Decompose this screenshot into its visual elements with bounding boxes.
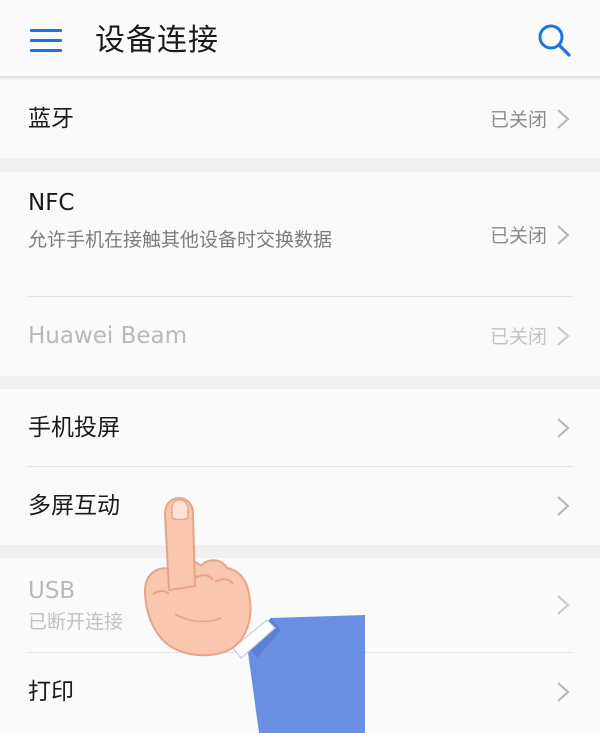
chevron-right-icon [557, 109, 570, 129]
multi-screen-title: 多屏互动 [28, 493, 120, 519]
nfc-row[interactable]: NFC 允许手机在接触其他设备时交换数据 已关闭 [0, 172, 600, 296]
usb-subtitle: 已断开连接 [28, 611, 124, 633]
bluetooth-status: 已关闭 [489, 109, 547, 131]
chevron-right-icon [557, 595, 570, 615]
page-title: 设备连接 [95, 23, 219, 58]
nfc-subtitle: 允许手机在接触其他设备时交换数据 [28, 229, 333, 251]
usb-title: USB [28, 578, 76, 604]
chevron-right-icon [557, 418, 570, 438]
search-icon[interactable] [536, 22, 572, 58]
nfc-status: 已关闭 [489, 225, 547, 247]
menu-icon[interactable] [30, 27, 62, 53]
huawei-beam-title: Huawei Beam [28, 323, 188, 349]
huawei-beam-row[interactable]: Huawei Beam 已关闭 [0, 297, 600, 376]
usb-section: USB 已断开连接 打印 [0, 558, 600, 733]
chevron-right-icon [557, 326, 570, 346]
print-row[interactable]: 打印 [0, 653, 600, 733]
nfc-title: NFC [28, 190, 75, 216]
multi-screen-row[interactable]: 多屏互动 [0, 467, 600, 545]
nfc-section: NFC 允许手机在接触其他设备时交换数据 已关闭 Huawei Beam 已关闭 [0, 172, 600, 376]
chevron-right-icon [557, 496, 570, 516]
print-title: 打印 [28, 679, 74, 705]
screen-projection-row[interactable]: 手机投屏 [0, 389, 600, 466]
projection-section: 手机投屏 多屏互动 [0, 389, 600, 545]
bluetooth-section: 蓝牙 已关闭 [0, 80, 600, 158]
bluetooth-title: 蓝牙 [28, 106, 74, 132]
usb-row[interactable]: USB 已断开连接 [0, 558, 600, 652]
app-bar: 设备连接 [0, 0, 600, 78]
chevron-right-icon [557, 225, 570, 245]
bluetooth-row[interactable]: 蓝牙 已关闭 [0, 80, 600, 158]
chevron-right-icon [557, 682, 570, 702]
huawei-beam-status: 已关闭 [489, 326, 547, 348]
screen-projection-title: 手机投屏 [28, 415, 120, 441]
